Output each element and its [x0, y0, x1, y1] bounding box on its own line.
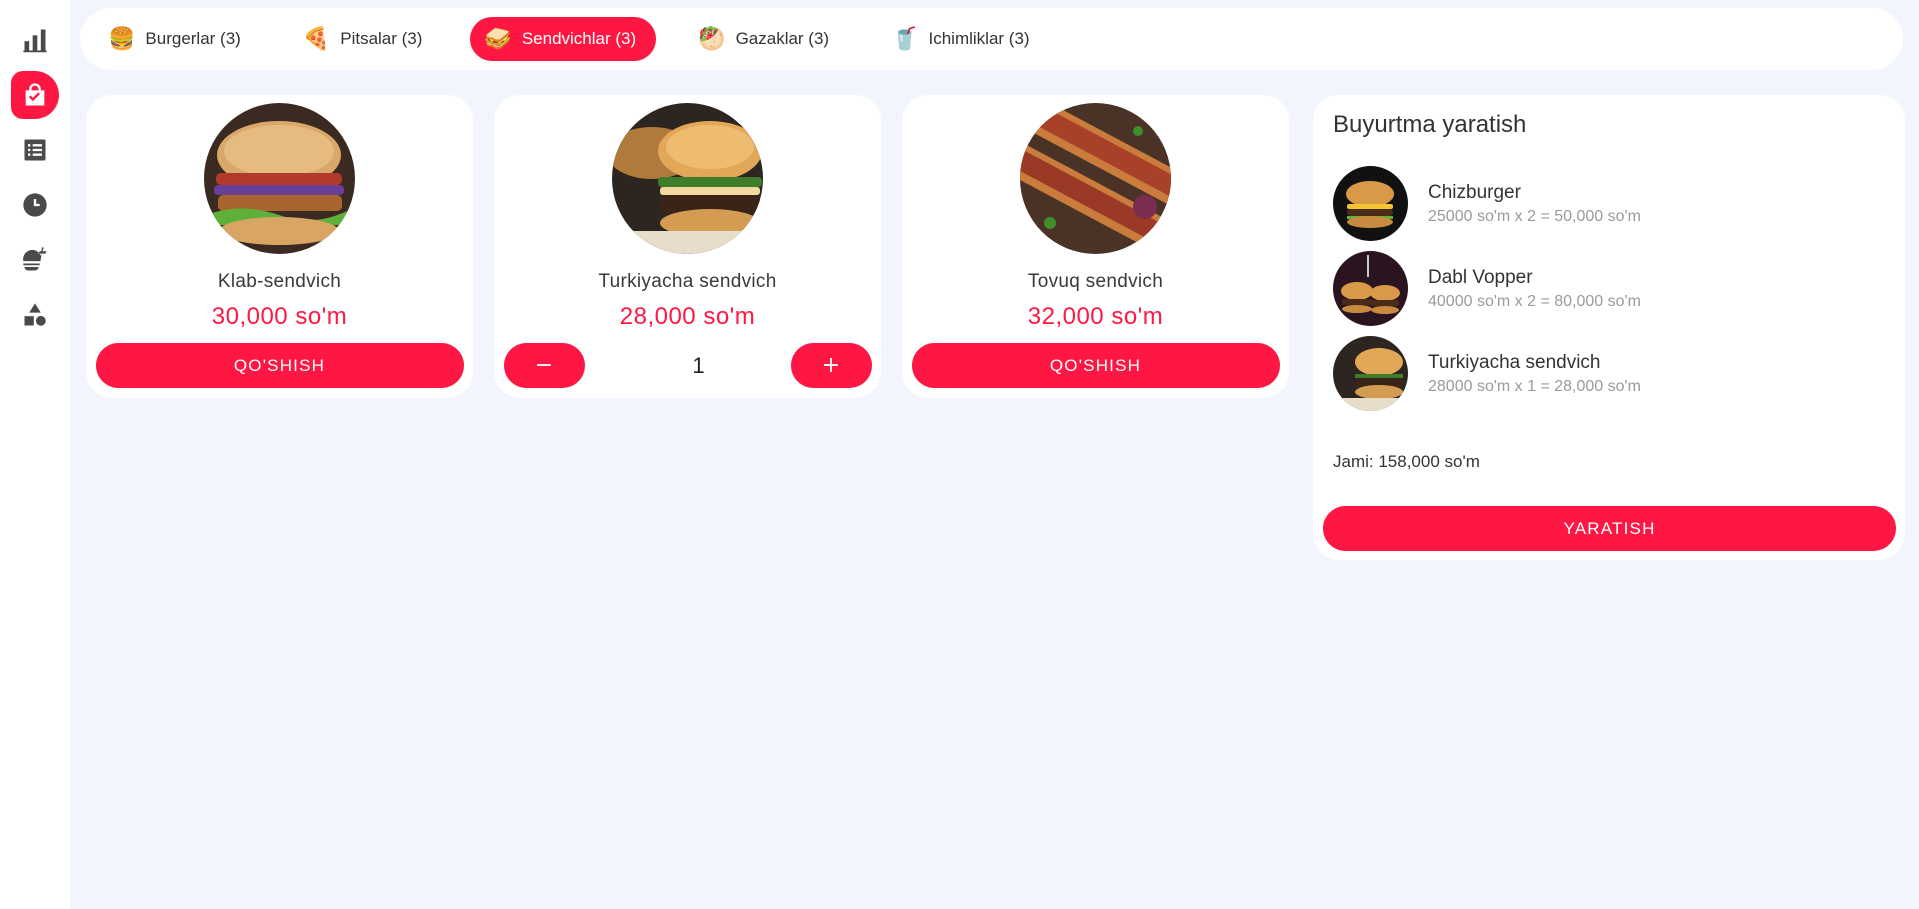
order-item-detail: 25000 so'm x 2 = 50,000 so'm [1428, 207, 1641, 225]
sidebar-item-new-order[interactable] [11, 71, 59, 119]
product-name: Klab-sendvich [217, 271, 342, 292]
sidebar-item-statistics[interactable] [11, 16, 59, 64]
order-item-detail: 40000 so'm x 2 = 80,000 so'm [1428, 292, 1641, 310]
sidebar-item-products[interactable] [11, 236, 59, 284]
create-order-button[interactable]: YARATISH [1323, 506, 1896, 551]
product-price: 28,000 so'm [619, 303, 756, 330]
quantity-value: 1 [692, 352, 705, 378]
product-price: 30,000 so'm [211, 303, 348, 330]
product-card: Klab-sendvich 30,000 so'm QO'SHISH [86, 95, 473, 398]
order-item-image [1333, 251, 1408, 326]
shopping-bag-icon [25, 83, 45, 106]
order-total: Jami: 158,000 so'm [1333, 452, 1480, 471]
tab-pizzas[interactable]: 🍕 Pitsalar (3) [289, 17, 443, 61]
product-image [1020, 103, 1171, 254]
product-name: Turkiyacha sendvich [598, 271, 777, 292]
tab-label: Burgerlar (3) [145, 29, 241, 48]
bar-chart-icon [23, 29, 47, 53]
order-item-name: Turkiyacha sendvich [1428, 351, 1601, 373]
clock-icon [23, 193, 47, 217]
order-panel: Buyurtma yaratish Chizburger 25000 so'm … [1313, 95, 1905, 560]
order-item-info: Dabl Vopper 40000 so'm x 2 = 80,000 so'm [1428, 267, 1641, 311]
decrease-quantity-button[interactable]: − [503, 343, 585, 388]
order-item-detail: 28000 so'm x 1 = 28,000 so'm [1428, 377, 1641, 395]
sidebar-item-orders-list[interactable] [11, 126, 59, 174]
order-item-image [1333, 166, 1408, 241]
order-item-name: Dabl Vopper [1428, 266, 1533, 288]
list-icon [24, 139, 46, 161]
sandwich-icon: 🥪 [484, 26, 512, 51]
order-list-item: Chizburger 25000 so'm x 2 = 50,000 so'm [1333, 161, 1895, 246]
order-panel-title: Buyurtma yaratish [1333, 111, 1527, 138]
sidebar-item-history[interactable] [11, 181, 59, 229]
pizza-icon: 🍕 [302, 26, 331, 51]
burger-icon: 🍔 [108, 26, 136, 51]
shapes-icon [24, 303, 46, 326]
product-card: Tovuq sendvich 32,000 so'm QO'SHISH [902, 95, 1289, 398]
tab-label: Sendvichlar (3) [521, 29, 637, 48]
order-item-image [1333, 336, 1408, 411]
product-card: Turkiyacha sendvich 28,000 so'm − 1 + [494, 95, 881, 398]
order-item-info: Chizburger 25000 so'm x 2 = 50,000 so'm [1428, 182, 1641, 226]
order-item-name: Chizburger [1428, 181, 1521, 203]
tab-burgers[interactable]: 🍔 Burgerlar (3) [94, 17, 261, 61]
order-list-item: Turkiyacha sendvich 28000 so'm x 1 = 28,… [1333, 331, 1895, 416]
drink-icon: 🥤 [891, 26, 919, 51]
category-tabs: 🍔 Burgerlar (3) 🍕 Pitsalar (3) 🥪 Sendvic… [80, 8, 1903, 70]
order-list-item: Dabl Vopper 40000 so'm x 2 = 80,000 so'm [1333, 246, 1895, 331]
fastfood-icon [23, 247, 47, 271]
product-price: 32,000 so'm [1027, 303, 1164, 330]
quantity-stepper: − 1 + [503, 343, 872, 388]
add-to-order-button[interactable]: QO'SHISH [95, 343, 464, 388]
tab-label: Gazaklar (3) [735, 29, 830, 48]
product-image [204, 103, 355, 254]
sidebar-item-categories[interactable] [11, 291, 59, 339]
tab-sandwiches[interactable]: 🥪 Sendvichlar (3) [470, 17, 657, 61]
snack-icon: 🥙 [698, 26, 726, 51]
product-name: Tovuq sendvich [1027, 271, 1164, 292]
increase-quantity-button[interactable]: + [790, 343, 872, 388]
tab-drinks[interactable]: 🥤 Ichimliklar (3) [877, 17, 1049, 61]
tab-snacks[interactable]: 🥙 Gazaklar (3) [684, 17, 849, 61]
add-to-order-button[interactable]: QO'SHISH [911, 343, 1280, 388]
tab-label: Ichimliklar (3) [928, 29, 1030, 48]
tab-label: Pitsalar (3) [340, 29, 423, 48]
product-grid: Klab-sendvich 30,000 so'm QO'SHISH Turki… [86, 95, 1310, 398]
order-item-info: Turkiyacha sendvich 28000 so'm x 1 = 28,… [1428, 352, 1641, 396]
product-image [612, 103, 763, 254]
sidebar [0, 0, 70, 909]
